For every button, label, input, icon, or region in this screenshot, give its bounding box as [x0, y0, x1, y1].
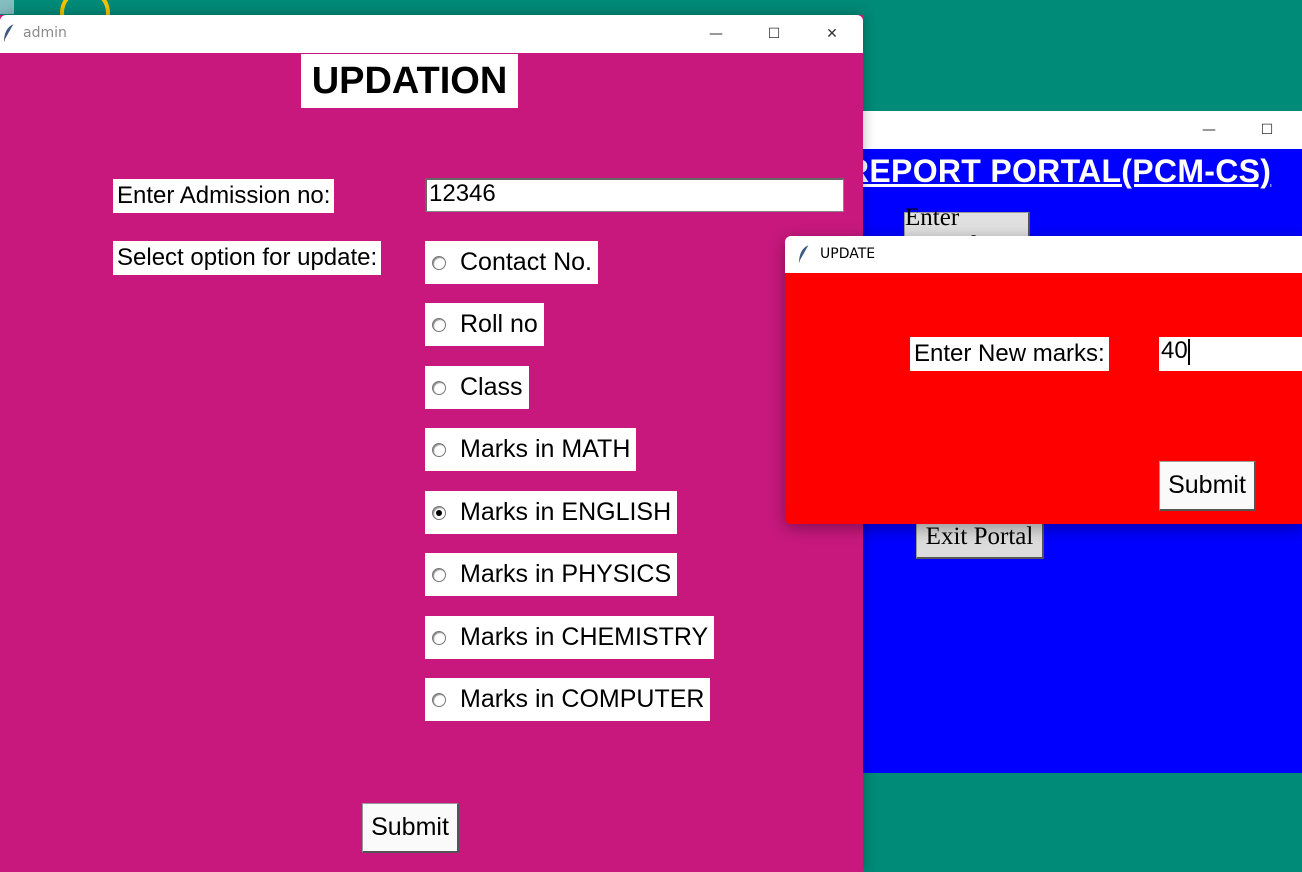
new-marks-value: 40 [1161, 337, 1188, 364]
admin-window-title: admin [23, 25, 67, 41]
admin-minimize-button[interactable]: — [687, 15, 745, 53]
radio-icon [432, 567, 446, 582]
radio-label: Marks in PHYSICS [460, 560, 672, 588]
radio-marks-math[interactable]: Marks in MATH [425, 428, 637, 471]
radio-label: Contact No. [460, 248, 593, 276]
desktop-shortcut-icon-2[interactable] [0, 0, 14, 14]
portal-minimize-button[interactable]: — [1180, 111, 1238, 149]
page-title: UPDATION [301, 54, 518, 108]
radio-icon [432, 442, 446, 457]
radio-icon [432, 630, 446, 645]
admin-window: admin — ☐ ✕ UPDATION Enter Admission no:… [0, 15, 863, 872]
radio-label: Class [460, 373, 523, 401]
admin-titlebar: admin — ☐ ✕ [0, 15, 863, 53]
portal-heading: REPORT PORTAL(PCM-CS) [846, 153, 1272, 189]
minimize-icon: — [709, 26, 723, 42]
select-option-label: Select option for update: [113, 241, 382, 275]
update-window-title: UPDATE [820, 246, 876, 262]
maximize-icon: ☐ [1260, 122, 1274, 138]
update-titlebar: UPDATE [785, 236, 1302, 273]
radio-icon [432, 380, 446, 395]
radio-label: Marks in MATH [460, 435, 631, 463]
feather-icon [4, 23, 15, 42]
desktop-shortcut-icon[interactable] [58, 0, 116, 16]
admission-input[interactable]: 12346 [425, 178, 844, 212]
radio-contact-no[interactable]: Contact No. [425, 241, 599, 284]
radio-icon [432, 692, 446, 707]
radio-marks-english[interactable]: Marks in ENGLISH [425, 491, 678, 534]
text-cursor [1187, 338, 1190, 365]
update-submit-button[interactable]: Submit [1159, 461, 1256, 511]
maximize-icon: ☐ [767, 26, 781, 42]
minimize-icon: — [1202, 122, 1216, 138]
radio-marks-computer[interactable]: Marks in COMPUTER [425, 678, 711, 721]
admin-submit-button[interactable]: Submit [362, 803, 459, 853]
admin-maximize-button[interactable]: ☐ [745, 15, 803, 53]
radio-marks-physics[interactable]: Marks in PHYSICS [425, 553, 678, 596]
radio-label: Marks in COMPUTER [460, 685, 705, 713]
radio-label: Marks in ENGLISH [460, 498, 672, 526]
radio-label: Roll no [460, 310, 538, 338]
radio-label: Marks in CHEMISTRY [460, 623, 709, 651]
radio-icon [432, 255, 446, 270]
radio-class[interactable]: Class [425, 366, 529, 409]
admin-close-button[interactable]: ✕ [803, 15, 861, 53]
portal-titlebar: — ☐ [852, 111, 1302, 149]
radio-icon [432, 317, 446, 332]
new-marks-input[interactable]: 40 [1159, 337, 1302, 371]
feather-icon [799, 244, 810, 263]
update-window: UPDATE Enter New marks: 40 Submit [785, 236, 1302, 524]
radio-roll-no[interactable]: Roll no [425, 303, 544, 346]
portal-maximize-button[interactable]: ☐ [1238, 111, 1296, 149]
radio-selected-icon [432, 505, 446, 520]
close-icon: ✕ [826, 26, 838, 42]
new-marks-label: Enter New marks: [910, 337, 1109, 371]
admission-label: Enter Admission no: [113, 179, 335, 213]
radio-marks-chemistry[interactable]: Marks in CHEMISTRY [425, 616, 715, 659]
